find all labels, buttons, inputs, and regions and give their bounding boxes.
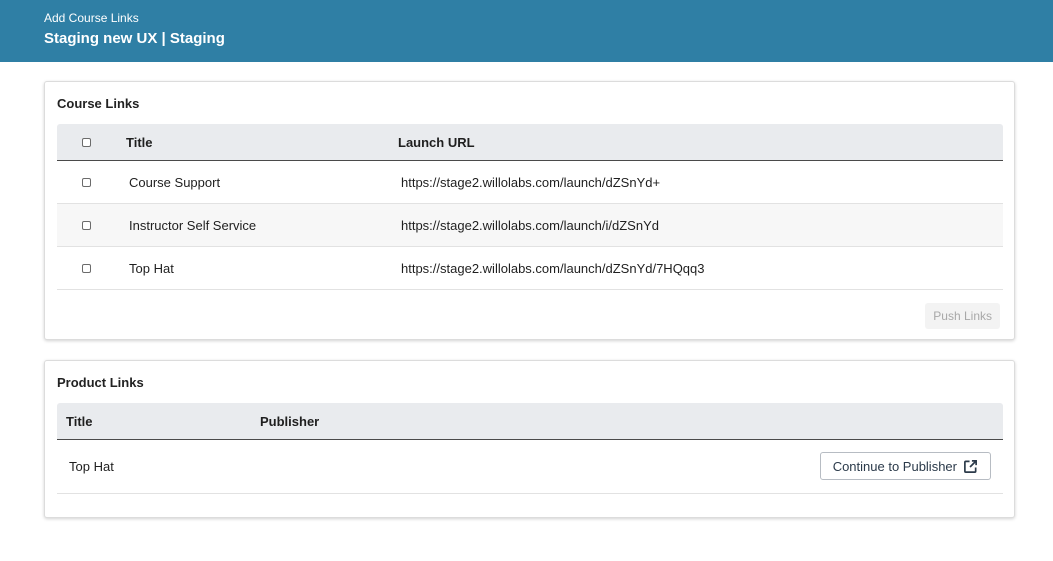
continue-to-publisher-button[interactable]: Continue to Publisher xyxy=(819,452,991,480)
row-checkbox[interactable] xyxy=(82,220,91,230)
table-row[interactable]: Top Hat https://stage2.willolabs.com/lau… xyxy=(57,247,1003,290)
row-title: Top Hat xyxy=(69,459,114,474)
row-checkbox[interactable] xyxy=(82,177,91,187)
row-checkbox[interactable] xyxy=(82,263,91,273)
row-url: https://stage2.willolabs.com/launch/i/dZ… xyxy=(401,217,659,233)
row-url: https://stage2.willolabs.com/launch/dZSn… xyxy=(401,260,705,276)
course-links-card: Course Links Title Launch URL Course Sup… xyxy=(44,81,1015,340)
column-launch-url: Launch URL xyxy=(398,134,475,150)
external-link-icon xyxy=(963,459,978,474)
header-subtitle: Add Course Links xyxy=(44,11,139,25)
table-header: Title Launch URL xyxy=(57,124,1003,161)
table-row: Top Hat Continue to Publisher xyxy=(57,440,1003,494)
table-row[interactable]: Course Support https://stage2.willolabs.… xyxy=(57,161,1003,204)
course-links-heading: Course Links xyxy=(57,96,140,111)
select-all-checkbox[interactable] xyxy=(82,137,91,147)
table-row[interactable]: Instructor Self Service https://stage2.w… xyxy=(57,204,1003,247)
push-links-button[interactable]: Push Links xyxy=(925,303,1000,329)
table-header: Title Publisher xyxy=(57,403,1003,440)
column-title: Title xyxy=(66,413,93,429)
row-url: https://stage2.willolabs.com/launch/dZSn… xyxy=(401,174,661,190)
column-title: Title xyxy=(126,134,153,150)
course-links-table: Title Launch URL Course Support https://… xyxy=(57,124,1003,290)
header-title: Staging new UX | Staging xyxy=(44,30,225,47)
row-title: Top Hat xyxy=(129,260,174,276)
continue-to-publisher-label: Continue to Publisher xyxy=(832,458,957,474)
product-links-heading: Product Links xyxy=(57,375,144,390)
row-title: Course Support xyxy=(129,174,221,190)
product-links-card: Product Links Title Publisher Top Hat Co… xyxy=(44,360,1015,518)
app-header: Add Course Links Staging new UX | Stagin… xyxy=(0,0,1053,62)
column-publisher: Publisher xyxy=(260,413,320,429)
row-title: Instructor Self Service xyxy=(129,217,257,233)
product-links-table: Title Publisher Top Hat Continue to Publ… xyxy=(57,403,1003,494)
